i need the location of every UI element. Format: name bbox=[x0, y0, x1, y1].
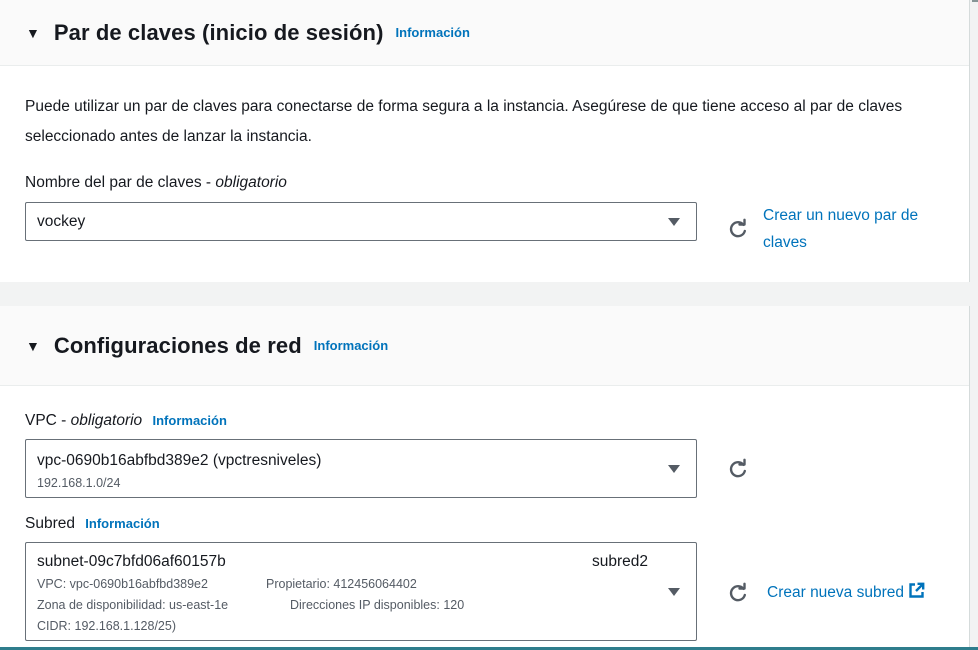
subnet-selected-value: subnet-09c7bfd06af60157b bbox=[37, 553, 226, 570]
keypair-panel-header[interactable]: ▼ Par de claves (inicio de sesión) Infor… bbox=[0, 0, 969, 66]
keypair-title: Par de claves (inicio de sesión) bbox=[53, 19, 384, 45]
keypair-name-label: Nombre del par de claves - obligatorio bbox=[25, 174, 287, 192]
caret-down-icon[interactable]: ▼ bbox=[26, 339, 40, 353]
external-link-icon bbox=[909, 582, 925, 598]
create-subnet-label: Crear nueva subred bbox=[767, 584, 904, 601]
refresh-icon[interactable] bbox=[727, 582, 749, 604]
network-title: Configuraciones de red bbox=[53, 332, 302, 358]
subnet-detail-owner: Propietario: 412456064402 bbox=[266, 577, 417, 591]
keypair-selected-value: vockey bbox=[37, 213, 86, 230]
vpc-select[interactable]: vpc-0690b16abfbd389e2 (vpctresniveles) 1… bbox=[25, 439, 697, 498]
chevron-down-icon bbox=[668, 218, 680, 226]
network-panel: ▼ Configuraciones de red Información VPC… bbox=[0, 306, 970, 650]
chevron-down-icon bbox=[668, 588, 680, 596]
keypair-description: Puede utilizar un par de claves para con… bbox=[25, 98, 903, 145]
subnet-detail-az: Zona de disponibilidad: us-east-1e bbox=[37, 598, 229, 612]
chevron-down-icon bbox=[668, 465, 680, 473]
vpc-label: VPC - obligatorio Información bbox=[25, 412, 227, 430]
create-subnet-link[interactable]: Crear nueva subred bbox=[767, 579, 925, 606]
create-keypair-link[interactable]: Crear un nuevo par de claves bbox=[763, 202, 953, 256]
keypair-info-link[interactable]: Información bbox=[396, 25, 470, 40]
subnet-detail-ips: Direcciones IP disponibles: 120 bbox=[290, 598, 465, 612]
vpc-label-text: VPC - bbox=[25, 412, 71, 429]
subnet-label-text: Subred bbox=[25, 515, 75, 532]
caret-down-icon[interactable]: ▼ bbox=[26, 26, 40, 40]
vpc-info-link[interactable]: Información bbox=[153, 413, 227, 428]
vpc-cidr: 192.168.1.0/24 bbox=[37, 476, 121, 490]
keypair-label-text: Nombre del par de claves - bbox=[25, 174, 216, 191]
subnet-name-tag: subred2 bbox=[592, 553, 649, 570]
subnet-detail-vpc: VPC: vpc-0690b16abfbd389e2 bbox=[37, 577, 208, 591]
network-info-link[interactable]: Información bbox=[314, 338, 388, 353]
network-panel-header[interactable]: ▼ Configuraciones de red Información bbox=[0, 306, 969, 386]
subnet-detail-cidr: CIDR: 192.168.1.128/25) bbox=[37, 619, 176, 633]
vpc-selected-value: vpc-0690b16abfbd389e2 (vpctresniveles) bbox=[37, 452, 322, 469]
vpc-label-required: obligatorio bbox=[70, 412, 143, 429]
keypair-panel: ▼ Par de claves (inicio de sesión) Infor… bbox=[0, 0, 970, 282]
keypair-select[interactable]: vockey bbox=[25, 202, 697, 241]
subnet-label: Subred Información bbox=[25, 515, 160, 533]
subnet-select[interactable]: subnet-09c7bfd06af60157b subred2 VPC: vp… bbox=[25, 542, 697, 641]
refresh-icon[interactable] bbox=[727, 218, 749, 240]
keypair-label-required: obligatorio bbox=[215, 174, 287, 191]
refresh-icon[interactable] bbox=[727, 458, 749, 480]
subnet-info-link[interactable]: Información bbox=[85, 516, 159, 531]
